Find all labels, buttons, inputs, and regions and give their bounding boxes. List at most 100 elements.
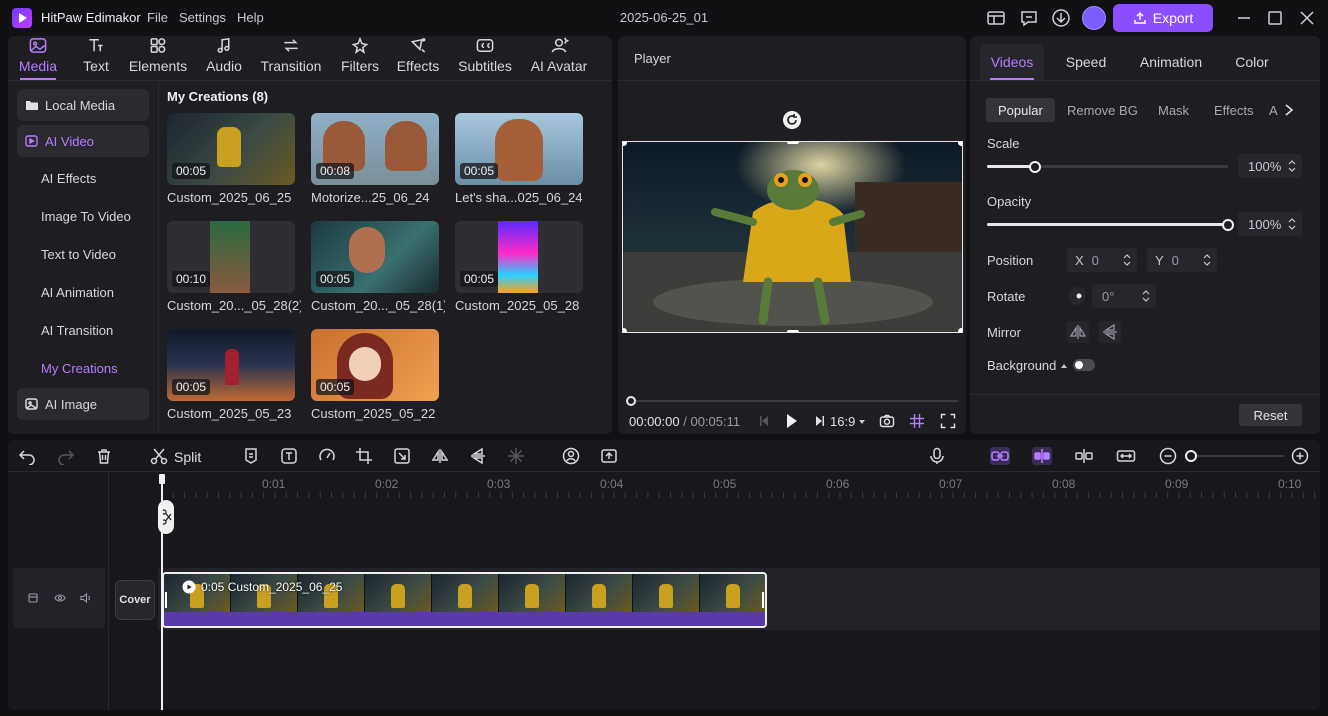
link-icon[interactable] [990,447,1010,465]
export-button[interactable]: Export [1113,4,1213,32]
tab-transition[interactable]: Transition [259,36,323,80]
tab-color[interactable]: Color [1222,44,1282,80]
media-thumb-8[interactable]: 00:05 [311,329,439,401]
tab-animation[interactable]: Animation [1132,44,1210,80]
zoom-out-icon[interactable] [1159,447,1177,465]
video-preview[interactable] [622,141,963,333]
tab-videos[interactable]: Videos [980,44,1044,80]
timeline-clip[interactable]: 0:05 Custom_2025_06_25 [162,572,767,628]
eye-icon[interactable] [54,593,66,603]
media-thumb-6[interactable]: 00:05 [455,221,583,293]
rotate-input[interactable]: 0° [1092,284,1156,308]
sidebar-text-to-video[interactable]: Text to Video [17,238,149,270]
minimize-icon[interactable] [1234,8,1254,28]
zoom-slider[interactable] [1189,455,1284,457]
tab-effects[interactable]: Effects [394,36,442,80]
clip-trim-left-handle[interactable] [165,592,167,608]
marker-icon[interactable] [242,447,260,465]
tab-audio[interactable]: Audio [200,36,248,80]
chevron-right-icon[interactable] [1282,102,1296,118]
cover-button[interactable]: Cover [115,580,155,620]
magnet-icon[interactable] [1032,447,1052,465]
freeze-icon[interactable] [507,447,525,465]
lock-track-icon[interactable] [28,593,38,603]
crop-icon[interactable] [355,447,373,465]
delete-icon[interactable] [95,447,113,465]
sidebar-my-creations[interactable]: My Creations [17,352,149,384]
playback-progress[interactable] [630,400,958,402]
playhead[interactable] [161,476,163,710]
flip-vertical-icon[interactable] [1099,321,1121,343]
tab-filters[interactable]: Filters [337,36,383,80]
flip-icon[interactable] [469,447,487,465]
reset-button[interactable]: Reset [1239,404,1302,426]
media-thumb-5[interactable]: 00:05 [311,221,439,293]
zoom-slider-knob[interactable] [1185,450,1197,462]
ai-tool-icon[interactable] [562,447,580,465]
download-icon[interactable] [1051,8,1071,28]
feedback-icon[interactable] [1019,8,1039,28]
mirror-icon[interactable] [431,447,449,465]
sidebar-ai-transition[interactable]: AI Transition [17,314,149,346]
tab-subtitles[interactable]: Subtitles [456,36,514,80]
media-thumb-4[interactable]: 00:10 [167,221,295,293]
redo-icon[interactable] [57,447,75,465]
rotate-dial-icon[interactable] [1067,286,1087,306]
zoom-in-icon[interactable] [1291,447,1309,465]
rotate-handle-icon[interactable] [782,110,802,130]
stepper-icon[interactable] [1288,158,1296,174]
user-avatar[interactable] [1082,6,1106,30]
upload-icon[interactable] [600,447,618,465]
sidebar-ai-effects[interactable]: AI Effects [17,162,149,194]
stepper-icon[interactable] [1142,288,1150,304]
media-thumb-1[interactable]: 00:05 [167,113,295,185]
aspect-ratio-select[interactable]: 16:9 [830,414,867,429]
sidebar-image-to-video[interactable]: Image To Video [17,200,149,232]
tab-ai-avatar[interactable]: AI Avatar [528,36,590,80]
media-thumb-3[interactable]: 00:05 [455,113,583,185]
subtab-mask[interactable]: Mask [1146,98,1201,122]
split-track-icon[interactable] [1074,447,1094,465]
stepper-icon[interactable] [1123,252,1131,268]
fullscreen-icon[interactable] [940,413,956,429]
playhead-top[interactable] [159,474,165,484]
subtab-popular[interactable]: Popular [986,98,1055,122]
menu-help[interactable]: Help [237,10,264,25]
tab-text[interactable]: Text [76,36,116,80]
undo-icon[interactable] [18,447,36,465]
stepper-icon[interactable] [1203,252,1211,268]
close-icon[interactable] [1297,8,1317,28]
play-icon[interactable] [785,412,799,430]
background-toggle[interactable] [1073,359,1095,371]
media-thumb-2[interactable]: 00:08 [311,113,439,185]
scale-slider-knob[interactable] [1029,161,1041,173]
prev-frame-icon[interactable] [758,414,770,428]
resize-handle-top[interactable] [787,142,799,144]
opacity-input[interactable]: 100% [1238,212,1302,236]
sidebar-ai-image[interactable]: AI Image [17,388,149,420]
opacity-slider-knob[interactable] [1222,219,1234,231]
stepper-icon[interactable] [1288,216,1296,232]
subtab-remove-bg[interactable]: Remove BG [1055,98,1150,122]
media-thumb-7[interactable]: 00:05 [167,329,295,401]
tab-speed[interactable]: Speed [1056,44,1116,80]
split-button[interactable]: Split [174,449,201,465]
text-box-icon[interactable] [280,447,298,465]
menu-settings[interactable]: Settings [179,10,226,25]
time-ruler[interactable]: 0:01 0:02 0:03 0:04 0:05 0:06 0:07 0:08 … [162,472,1320,498]
menu-file[interactable]: File [147,10,168,25]
sidebar-ai-animation[interactable]: AI Animation [17,276,149,308]
microphone-icon[interactable] [928,447,946,465]
resize-icon[interactable] [393,447,411,465]
grid-icon[interactable] [909,413,925,429]
subtab-more[interactable]: A [1265,98,1282,122]
background-row[interactable]: Background [987,358,1068,373]
snapshot-icon[interactable] [879,413,895,429]
scissors-icon[interactable] [150,447,168,465]
sidebar-local-media[interactable]: Local Media [17,89,149,121]
speed-icon[interactable] [318,447,336,465]
progress-knob[interactable] [626,396,636,406]
sidebar-ai-video[interactable]: AI Video [17,125,149,157]
position-y-input[interactable]: Y 0 [1147,248,1217,272]
maximize-icon[interactable] [1265,8,1285,28]
